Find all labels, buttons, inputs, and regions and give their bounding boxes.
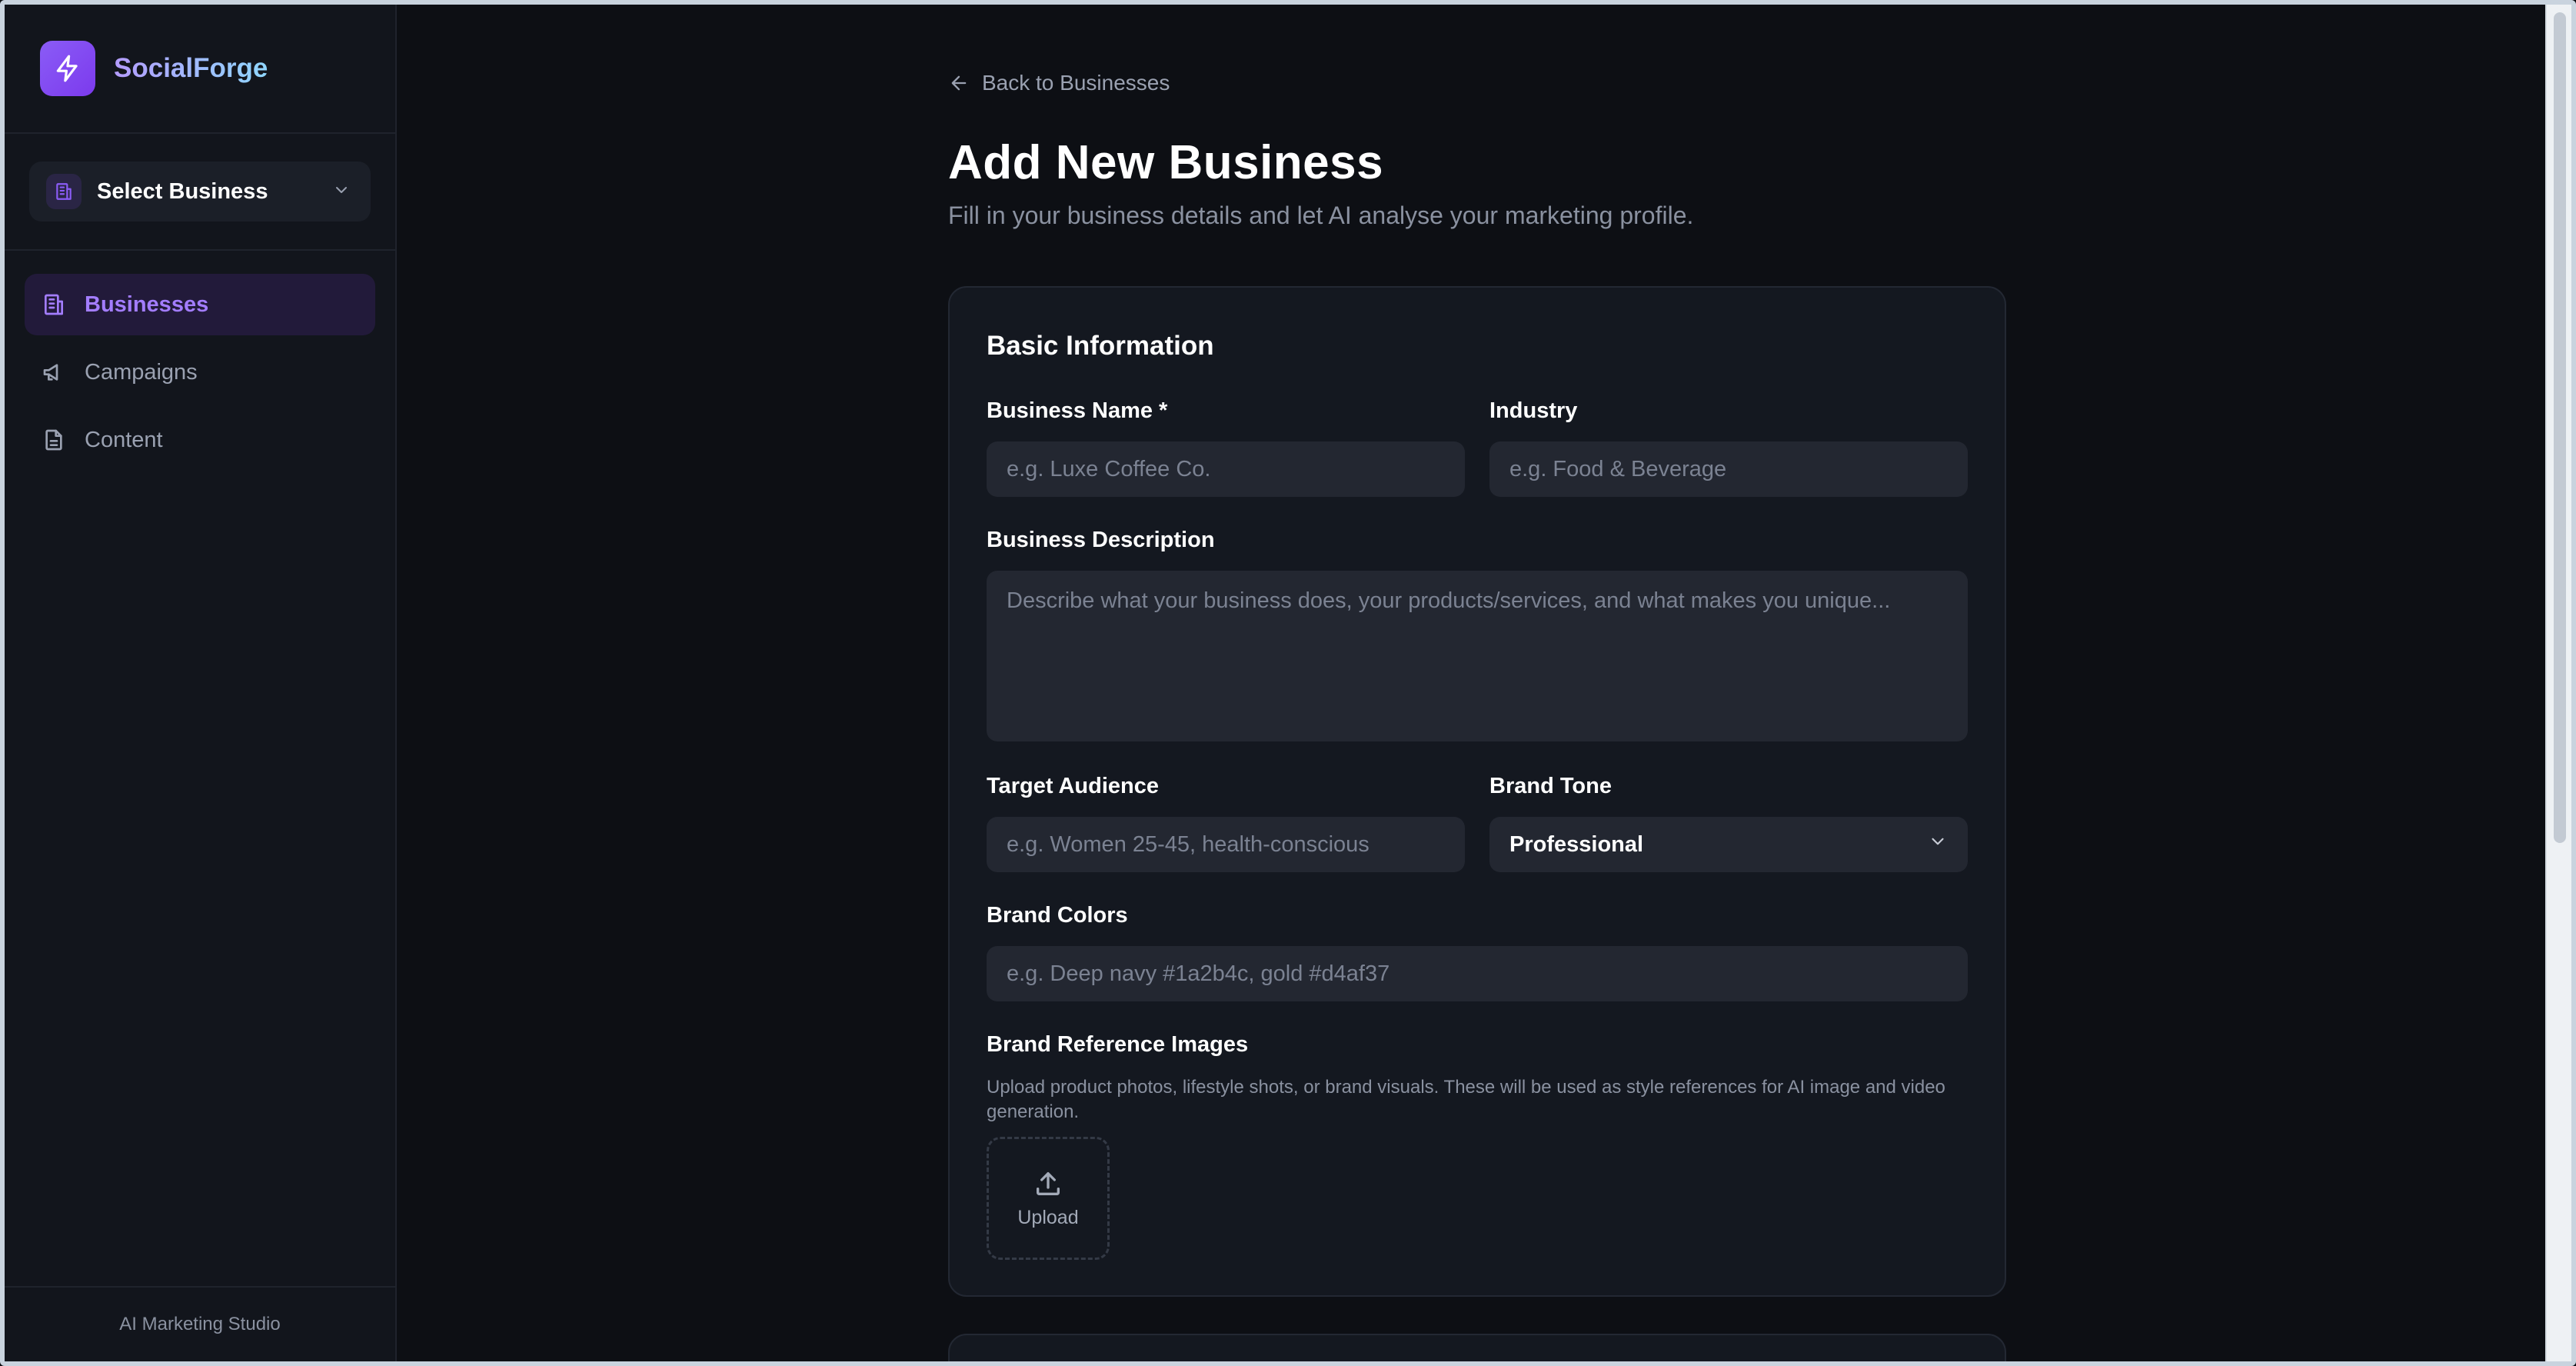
brand-tone-select[interactable]: Professional <box>1489 817 1968 872</box>
page-title: Add New Business <box>948 136 1384 189</box>
chevron-down-icon <box>1928 831 1948 858</box>
building-icon <box>45 294 63 315</box>
main-content: Back to Businesses Add New Business Fill… <box>398 5 2571 1361</box>
scrollbar[interactable] <box>2545 5 2571 1361</box>
sidebar-item-label: Content <box>85 427 163 452</box>
building-icon <box>46 174 82 209</box>
upload-button[interactable]: Upload <box>987 1137 1110 1260</box>
reference-images-label: Brand Reference Images <box>987 1032 1249 1057</box>
next-section-card <box>948 1334 2006 1361</box>
megaphone-icon <box>43 364 58 381</box>
business-selector-wrap: Select Business <box>5 134 395 251</box>
basic-info-card: Basic Information Business Name * Indust… <box>948 286 2006 1297</box>
section-title: Basic Information <box>987 331 1214 361</box>
app-name: SocialForge <box>114 53 268 83</box>
sidebar-nav: Businesses Campaigns Content <box>5 251 395 500</box>
upload-icon <box>1037 1171 1060 1195</box>
target-audience-input[interactable] <box>987 817 1465 872</box>
industry-label: Industry <box>1489 398 1578 423</box>
sidebar: SocialForge Select Business Businesses C… <box>5 5 397 1361</box>
brand-tone-label: Brand Tone <box>1489 774 1612 798</box>
sidebar-item-content[interactable]: Content <box>25 409 375 471</box>
scrollbar-thumb[interactable] <box>2554 12 2566 843</box>
brand-header: SocialForge <box>5 5 395 134</box>
chevron-down-icon <box>332 181 351 203</box>
business-selector-label: Select Business <box>97 178 268 204</box>
sidebar-item-businesses[interactable]: Businesses <box>25 274 375 335</box>
back-link[interactable]: Back to Businesses <box>948 71 1170 95</box>
back-link-label: Back to Businesses <box>982 71 1170 95</box>
sidebar-item-campaigns[interactable]: Campaigns <box>25 342 375 403</box>
brand-colors-label: Brand Colors <box>987 903 1128 928</box>
page-subtitle: Fill in your business details and let AI… <box>948 202 1694 229</box>
industry-input[interactable] <box>1489 441 1968 497</box>
brand-tone-value: Professional <box>1509 831 1644 857</box>
target-audience-label: Target Audience <box>987 774 1159 798</box>
document-icon <box>45 429 62 451</box>
brand-colors-input[interactable] <box>987 946 1968 1001</box>
business-description-label: Business Description <box>987 528 1215 552</box>
upload-label: Upload <box>1017 1206 1079 1228</box>
lightning-icon <box>40 41 95 96</box>
business-selector[interactable]: Select Business <box>29 162 371 222</box>
reference-images-help: Upload product photos, lifestyle shots, … <box>987 1077 1945 1123</box>
sidebar-item-label: Campaigns <box>85 359 198 385</box>
business-name-input[interactable] <box>987 441 1465 497</box>
business-description-textarea[interactable] <box>987 571 1968 741</box>
sidebar-footer: AI Marketing Studio <box>5 1286 395 1361</box>
arrow-left-icon <box>951 75 967 91</box>
sidebar-item-label: Businesses <box>85 292 209 317</box>
business-name-label: Business Name * <box>987 398 1168 423</box>
app-window: SocialForge Select Business Businesses C… <box>0 0 2576 1366</box>
